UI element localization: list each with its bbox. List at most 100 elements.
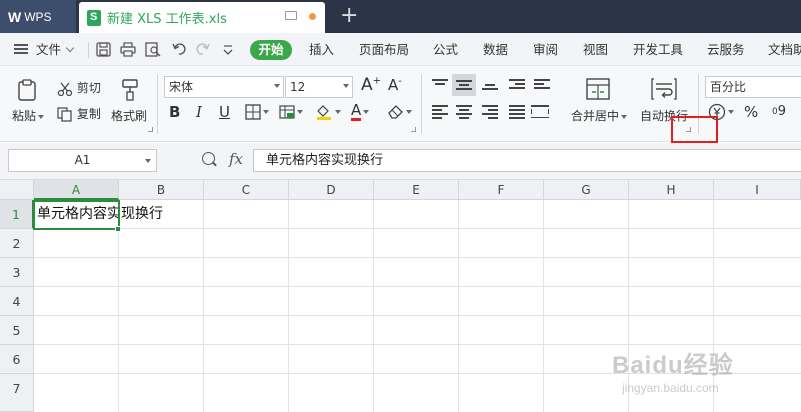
tab-developer[interactable]: 开发工具 bbox=[633, 33, 683, 66]
clipboard-launcher-icon[interactable] bbox=[148, 127, 153, 132]
column-header-f[interactable]: F bbox=[459, 180, 544, 200]
column-header-b[interactable]: B bbox=[119, 180, 204, 200]
font-name-select[interactable]: 宋体 bbox=[164, 76, 284, 98]
decrease-indent-icon[interactable] bbox=[509, 79, 525, 93]
align-center-icon[interactable] bbox=[456, 105, 472, 119]
align-middle-icon[interactable] bbox=[456, 80, 472, 94]
row-header-7[interactable]: 7 bbox=[0, 374, 34, 412]
gridline bbox=[34, 257, 801, 258]
bold-button[interactable]: B bbox=[169, 102, 180, 122]
font-color-button[interactable]: A bbox=[351, 102, 370, 121]
font-name-value: 宋体 bbox=[169, 80, 194, 94]
column-header-a[interactable]: A bbox=[34, 180, 119, 200]
format-painter-button[interactable]: 格式刷 bbox=[111, 107, 147, 124]
clear-button[interactable] bbox=[387, 104, 412, 119]
fill-handle[interactable] bbox=[115, 226, 121, 232]
cell-style-icon bbox=[279, 105, 295, 119]
column-header-d[interactable]: D bbox=[289, 180, 374, 200]
cut-label: 剪切 bbox=[76, 81, 101, 95]
column-header-g[interactable]: G bbox=[544, 180, 629, 200]
grow-plus-icon: + bbox=[372, 75, 382, 87]
dropdown-arrow-icon bbox=[38, 114, 45, 119]
underline-button[interactable]: U bbox=[219, 102, 230, 122]
copy-button[interactable]: 复制 bbox=[57, 105, 101, 122]
align-right-icon[interactable] bbox=[482, 105, 498, 119]
merge-center-button[interactable]: 合并居中 bbox=[571, 107, 628, 124]
font-size-select[interactable]: 12 bbox=[285, 76, 353, 98]
shrink-font-button[interactable]: A- bbox=[388, 76, 402, 94]
italic-button[interactable]: I bbox=[196, 102, 202, 122]
format-painter-icon[interactable] bbox=[118, 78, 142, 101]
name-box-value: A1 bbox=[74, 153, 91, 167]
row-header-5[interactable]: 5 bbox=[0, 316, 34, 345]
formula-input[interactable]: 单元格内容实现换行 bbox=[253, 149, 801, 172]
wps-home-tab[interactable]: W WPS bbox=[0, 0, 76, 33]
font-launcher-icon[interactable] bbox=[411, 127, 416, 132]
tab-insert[interactable]: 插入 bbox=[309, 33, 334, 66]
cut-button[interactable]: 剪切 bbox=[57, 79, 101, 96]
redo-icon[interactable] bbox=[196, 42, 210, 60]
tab-page-layout[interactable]: 页面布局 bbox=[359, 33, 409, 66]
fill-pattern-button[interactable] bbox=[279, 104, 303, 120]
hamburger-menu-icon[interactable] bbox=[14, 44, 28, 54]
align-bottom-icon[interactable] bbox=[482, 84, 498, 98]
save-icon[interactable] bbox=[96, 42, 111, 61]
watermark-sub: jingyan.baidu.com bbox=[622, 381, 719, 395]
number-format-select[interactable]: 百分比 bbox=[705, 76, 801, 98]
print-preview-icon[interactable] bbox=[145, 42, 161, 61]
fill-color-button[interactable] bbox=[315, 103, 341, 121]
gridline bbox=[288, 200, 289, 412]
column-header-h[interactable]: H bbox=[629, 180, 714, 200]
row-header-2[interactable]: 2 bbox=[0, 229, 34, 258]
customize-toolbar-icon[interactable] bbox=[222, 42, 234, 60]
zoom-search-icon[interactable] bbox=[202, 152, 215, 165]
insert-function-button[interactable]: fx bbox=[229, 150, 243, 168]
unsaved-dot-icon[interactable] bbox=[309, 13, 316, 20]
wrap-text-icon[interactable] bbox=[651, 78, 677, 100]
tab-formulas[interactable]: 公式 bbox=[433, 33, 458, 66]
tab-review[interactable]: 审阅 bbox=[533, 33, 558, 66]
name-box[interactable]: A1 bbox=[8, 149, 157, 172]
number-format-value: 百分比 bbox=[710, 80, 747, 94]
file-menu-label: 文件 bbox=[36, 42, 62, 57]
dropdown-arrow-icon bbox=[335, 110, 341, 114]
tab-start[interactable]: 开始 bbox=[250, 40, 292, 60]
justify-icon[interactable] bbox=[509, 105, 525, 119]
thousands-glyph: 9 bbox=[777, 104, 787, 119]
paste-icon[interactable] bbox=[16, 78, 40, 101]
copy-label: 复制 bbox=[76, 107, 101, 121]
paste-button[interactable]: 粘贴 bbox=[12, 107, 45, 124]
undo-icon[interactable] bbox=[172, 42, 186, 60]
align-left-icon[interactable] bbox=[432, 105, 448, 119]
paste-label: 粘贴 bbox=[12, 109, 37, 123]
merge-center-icon[interactable] bbox=[586, 78, 610, 100]
column-header-i[interactable]: I bbox=[714, 180, 801, 200]
row-header-1[interactable]: 1 bbox=[0, 200, 34, 229]
print-icon[interactable] bbox=[120, 42, 136, 61]
new-tab-button[interactable]: + bbox=[340, 3, 358, 29]
column-header-c[interactable]: C bbox=[204, 180, 289, 200]
tab-cloud-service[interactable]: 云服务 bbox=[707, 33, 745, 66]
percent-button[interactable]: % bbox=[744, 102, 758, 122]
watermark-main: Baidu经验 bbox=[612, 352, 734, 379]
select-all-corner[interactable] bbox=[0, 180, 34, 200]
file-menu[interactable]: 文件 bbox=[36, 33, 75, 66]
grow-font-button[interactable]: A+ bbox=[361, 75, 381, 95]
highlight-box bbox=[671, 116, 718, 143]
tab-data[interactable]: 数据 bbox=[483, 33, 508, 66]
monitor-icon[interactable] bbox=[285, 11, 297, 20]
tab-view[interactable]: 视图 bbox=[583, 33, 608, 66]
row-header-6[interactable]: 6 bbox=[0, 345, 34, 374]
distributed-align-icon[interactable] bbox=[531, 105, 549, 119]
row-header-4[interactable]: 4 bbox=[0, 287, 34, 316]
align-top-icon[interactable] bbox=[432, 79, 448, 93]
divider bbox=[421, 74, 422, 134]
tab-doc-assistant[interactable]: 文档助 bbox=[768, 33, 801, 66]
row-header-3[interactable]: 3 bbox=[0, 258, 34, 287]
borders-button[interactable] bbox=[245, 104, 269, 120]
gridline bbox=[203, 200, 204, 412]
column-header-e[interactable]: E bbox=[374, 180, 459, 200]
increase-indent-icon[interactable] bbox=[534, 79, 550, 93]
thousands-button[interactable]: 09 bbox=[772, 102, 786, 122]
scissors-icon bbox=[57, 82, 73, 96]
